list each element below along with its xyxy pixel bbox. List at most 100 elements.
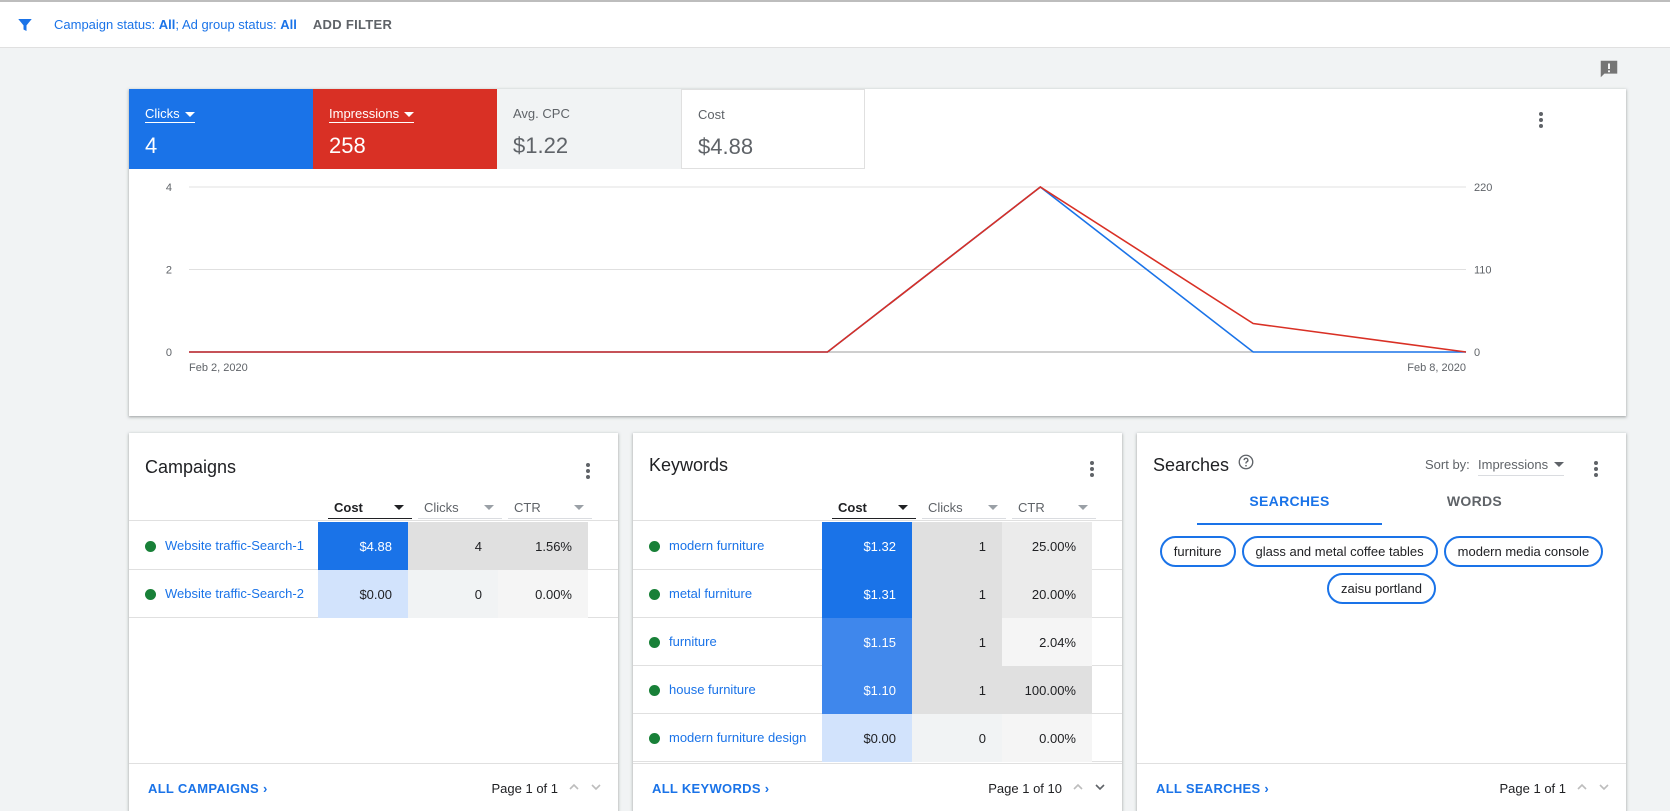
status-enabled-icon bbox=[145, 541, 156, 552]
metric-impressions[interactable]: Impressions 258 bbox=[313, 89, 497, 169]
y-left-tick-label: 2 bbox=[166, 265, 172, 277]
metric-impressions-label[interactable]: Impressions bbox=[329, 106, 415, 123]
panel-title: Campaigns bbox=[145, 457, 237, 477]
cost-cell: $0.00 bbox=[318, 570, 408, 618]
all-searches-link[interactable]: ALL SEARCHES › bbox=[1156, 781, 1269, 796]
clicks-cell: 1 bbox=[912, 666, 1002, 714]
cost-cell: $4.88 bbox=[318, 522, 408, 570]
search-term-chips: furniture glass and metal coffee tables mo… bbox=[1153, 536, 1610, 604]
all-campaigns-link[interactable]: ALL CAMPAIGNS › bbox=[148, 781, 268, 796]
sort-by-select[interactable]: Impressions bbox=[1478, 457, 1565, 476]
metric-avg-cpc-label: Avg. CPC bbox=[513, 106, 570, 121]
panel-title: Keywords bbox=[649, 455, 729, 475]
filter-icon[interactable] bbox=[16, 15, 36, 35]
ctr-cell: 0.00% bbox=[1002, 714, 1092, 762]
y-left-tick-label: 0 bbox=[166, 347, 172, 359]
status-enabled-icon bbox=[649, 685, 660, 696]
y-right-tick-label: 110 bbox=[1474, 265, 1492, 277]
column-header-clicks[interactable]: Clicks bbox=[922, 497, 1006, 519]
clicks-cell: 1 bbox=[912, 522, 1002, 570]
add-filter-button[interactable]: ADD FILTER bbox=[313, 17, 392, 32]
performance-chart-card: Clicks 4 Impressions 258 Avg. CPC $1.22 … bbox=[129, 89, 1626, 416]
metric-cost[interactable]: Cost $4.88 bbox=[681, 89, 865, 169]
panel-footer: ALL KEYWORDS › Page 1 of 10 bbox=[633, 763, 1122, 811]
searches-tabs: SEARCHES WORDS bbox=[1197, 493, 1567, 525]
sort-caret-icon bbox=[1078, 505, 1088, 510]
clicks-cell: 0 bbox=[408, 570, 498, 618]
campaigns-rows: Website traffic-Search-1 $4.88 4 1.56% Websi… bbox=[129, 522, 618, 618]
dropdown-caret-icon bbox=[1554, 462, 1565, 467]
column-header-ctr[interactable]: CTR bbox=[1012, 497, 1096, 519]
keyword-name-link[interactable]: house furniture bbox=[669, 682, 756, 697]
status-enabled-icon bbox=[649, 589, 660, 600]
cost-cell: $1.15 bbox=[822, 618, 912, 666]
y-right-tick-label: 220 bbox=[1474, 182, 1492, 194]
metric-clicks-label[interactable]: Clicks bbox=[145, 106, 195, 123]
metric-clicks-value: 4 bbox=[145, 133, 158, 158]
metric-cost-label: Cost bbox=[698, 107, 725, 122]
table-row: Website traffic-Search-2 $0.00 0 0.00% bbox=[129, 570, 618, 618]
column-header-cost[interactable]: Cost bbox=[832, 497, 916, 519]
sort-caret-icon bbox=[394, 505, 404, 510]
cost-cell: $0.00 bbox=[822, 714, 912, 762]
status-enabled-icon bbox=[649, 733, 660, 744]
chevron-up-icon[interactable] bbox=[1576, 781, 1588, 793]
searches-more-icon[interactable] bbox=[1594, 461, 1598, 477]
chevron-up-icon[interactable] bbox=[1072, 781, 1084, 793]
chevron-down-icon[interactable] bbox=[1094, 781, 1106, 793]
keyword-name-link[interactable]: modern furniture bbox=[669, 538, 764, 553]
search-term-chip[interactable]: zaisu portland bbox=[1327, 573, 1436, 604]
metric-avg-cpc[interactable]: Avg. CPC $1.22 bbox=[497, 89, 681, 169]
ctr-cell: 0.00% bbox=[498, 570, 588, 618]
sort-by-label: Sort by: bbox=[1425, 457, 1470, 472]
keyword-name-link[interactable]: metal furniture bbox=[669, 586, 752, 601]
x-tick-label: Feb 8, 2020 bbox=[1407, 362, 1466, 374]
help-icon[interactable] bbox=[1237, 453, 1255, 471]
sort-caret-icon bbox=[988, 505, 998, 510]
column-header-cost[interactable]: Cost bbox=[328, 497, 412, 519]
search-term-chip[interactable]: furniture bbox=[1159, 536, 1236, 567]
dropdown-caret-icon bbox=[404, 112, 415, 118]
active-filters[interactable]: Campaign status: All; Ad group status: A… bbox=[54, 17, 297, 32]
chevron-down-icon[interactable] bbox=[1598, 781, 1610, 793]
campaigns-more-icon[interactable] bbox=[586, 463, 590, 479]
column-header-clicks[interactable]: Clicks bbox=[418, 497, 502, 519]
sort-caret-icon bbox=[898, 505, 908, 510]
status-enabled-icon bbox=[145, 589, 156, 600]
keyword-name-link[interactable]: modern furniture design bbox=[669, 730, 806, 745]
dropdown-caret-icon bbox=[184, 112, 195, 118]
y-left-tick-label: 4 bbox=[166, 182, 172, 194]
ctr-cell: 100.00% bbox=[1002, 666, 1092, 714]
table-row: house furniture $1.10 1 100.00% bbox=[633, 666, 1122, 714]
cost-cell: $1.10 bbox=[822, 666, 912, 714]
pager-label: Page 1 of 1 bbox=[1499, 781, 1567, 796]
campaign-name-link[interactable]: Website traffic-Search-1 bbox=[165, 538, 304, 553]
pager-label: Page 1 of 10 bbox=[988, 781, 1062, 796]
search-term-chip[interactable]: modern media console bbox=[1443, 536, 1604, 567]
column-header-ctr[interactable]: CTR bbox=[508, 497, 592, 519]
tab-searches[interactable]: SEARCHES bbox=[1197, 493, 1382, 525]
keywords-panel: Keywords Cost Clicks CTR modern furnitur… bbox=[633, 433, 1122, 811]
chart-more-icon[interactable] bbox=[1539, 112, 1543, 128]
x-tick-label: Feb 2, 2020 bbox=[189, 362, 248, 374]
table-row: metal furniture $1.31 1 20.00% bbox=[633, 570, 1122, 618]
campaign-name-link[interactable]: Website traffic-Search-2 bbox=[165, 586, 304, 601]
all-keywords-link[interactable]: ALL KEYWORDS › bbox=[652, 781, 769, 796]
tab-words[interactable]: WORDS bbox=[1382, 493, 1567, 525]
metric-clicks[interactable]: Clicks 4 bbox=[129, 89, 313, 169]
chevron-down-icon[interactable] bbox=[590, 781, 602, 793]
keywords-rows: modern furniture $1.32 1 25.00% metal furnit… bbox=[633, 522, 1122, 762]
y-right-tick-label: 0 bbox=[1474, 347, 1480, 359]
table-header: Cost Clicks CTR bbox=[129, 491, 618, 521]
panel-title: Searches bbox=[1153, 455, 1230, 475]
campaigns-panel: Campaigns Cost Clicks CTR Website traffi… bbox=[129, 433, 618, 811]
feedback-icon[interactable] bbox=[1598, 58, 1620, 80]
clicks-cell: 1 bbox=[912, 618, 1002, 666]
search-term-chip[interactable]: glass and metal coffee tables bbox=[1241, 536, 1438, 567]
chevron-up-icon[interactable] bbox=[568, 781, 580, 793]
status-enabled-icon bbox=[649, 637, 660, 648]
searches-panel: Searches Sort by: Impressions SEARCHES W… bbox=[1137, 433, 1626, 811]
keyword-name-link[interactable]: furniture bbox=[669, 634, 717, 649]
keywords-more-icon[interactable] bbox=[1090, 461, 1094, 477]
table-row: furniture $1.15 1 2.04% bbox=[633, 618, 1122, 666]
